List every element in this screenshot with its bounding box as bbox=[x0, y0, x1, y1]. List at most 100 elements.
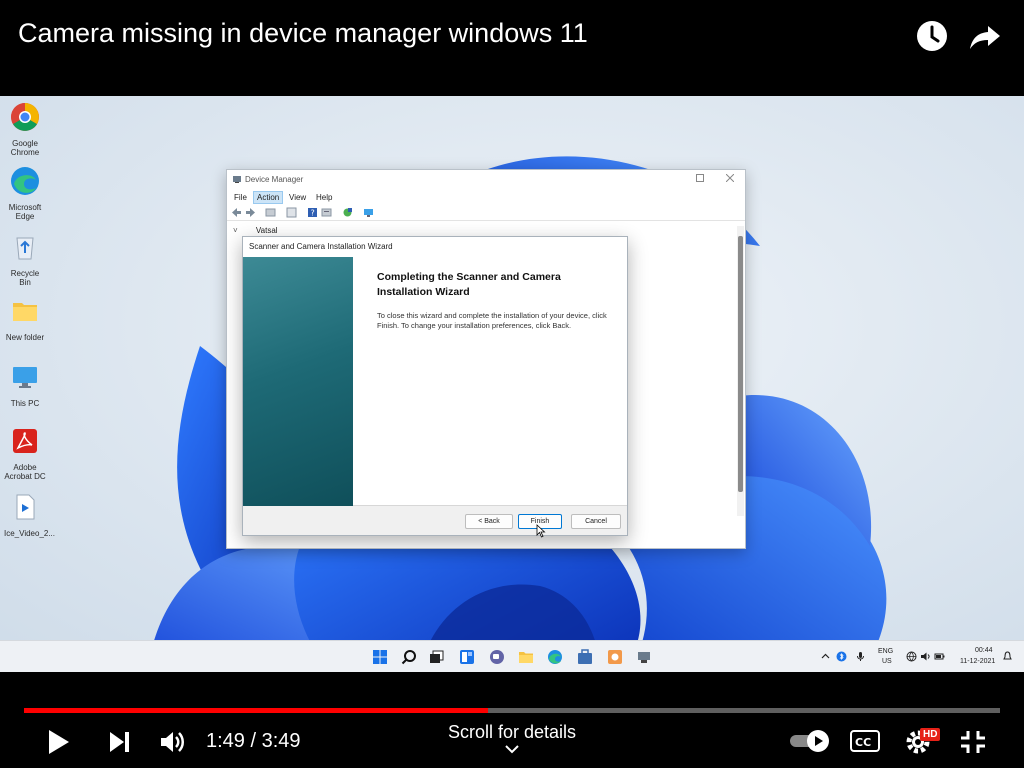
close-button[interactable] bbox=[723, 173, 737, 187]
wizard-heading: Completing the Scanner and Camera Instal… bbox=[377, 271, 561, 298]
hd-badge: HD bbox=[920, 728, 941, 741]
desktop-icon-label: Recycle Bin bbox=[10, 269, 40, 287]
device-manager-titlebar[interactable]: Device Manager bbox=[227, 170, 745, 190]
mouse-cursor-icon bbox=[536, 524, 546, 538]
menu-action[interactable]: Action bbox=[253, 191, 284, 204]
progress-bar-fill bbox=[24, 708, 489, 713]
language-region: US bbox=[882, 658, 892, 665]
desktop-icon-this-pc[interactable]: This PC bbox=[4, 362, 46, 408]
start-icon[interactable] bbox=[372, 649, 388, 665]
battery-icon[interactable] bbox=[934, 651, 945, 662]
network-globe-icon[interactable] bbox=[906, 651, 917, 662]
exit-fullscreen-icon[interactable] bbox=[960, 730, 986, 754]
device-manager-toolbar: ? bbox=[227, 205, 745, 221]
share-icon[interactable] bbox=[969, 20, 1001, 52]
bluetooth-icon[interactable] bbox=[836, 651, 847, 662]
device-tree-root[interactable]: ˅ Vatsal bbox=[233, 226, 278, 235]
desktop-icon-video-file[interactable]: Ice_Video_2... bbox=[4, 492, 56, 538]
wizard-titlebar[interactable]: Scanner and Camera Installation Wizard bbox=[243, 237, 627, 257]
desktop-icon-recycle-bin[interactable]: Recycle Bin bbox=[4, 232, 46, 287]
autoplay-toggle-icon[interactable] bbox=[788, 728, 832, 754]
device-manager-app-icon bbox=[233, 176, 241, 183]
add-hardware-icon[interactable] bbox=[363, 207, 374, 218]
chevron-down-icon bbox=[505, 745, 519, 754]
progress-bar[interactable] bbox=[24, 708, 1000, 713]
time-display: 1:49 / 3:49 bbox=[206, 730, 301, 752]
back-arrow-icon[interactable] bbox=[231, 207, 242, 218]
menu-help[interactable]: Help bbox=[313, 192, 335, 203]
desktop-icon-label: This PC bbox=[10, 399, 40, 408]
top-overlay: Camera missing in device manager windows… bbox=[0, 0, 1024, 96]
watch-later-icon[interactable] bbox=[916, 20, 948, 52]
scroll-hint-label: Scroll for details bbox=[447, 722, 577, 742]
monitor-icon bbox=[13, 367, 37, 388]
device-manager-title: Device Manager bbox=[245, 175, 304, 184]
acrobat-icon bbox=[13, 429, 37, 453]
desktop-icon-acrobat[interactable]: Adobe Acrobat DC bbox=[4, 426, 46, 481]
video-player[interactable]: Camera missing in device manager windows… bbox=[0, 0, 1024, 768]
video-file-icon bbox=[16, 494, 35, 520]
captions-icon[interactable]: CC bbox=[850, 730, 880, 752]
device-props-icon[interactable] bbox=[321, 207, 332, 218]
task-view-icon[interactable] bbox=[429, 649, 445, 665]
store-icon[interactable] bbox=[577, 649, 593, 665]
chevron-up-icon[interactable] bbox=[820, 651, 831, 662]
desktop-icon-chrome[interactable]: Google Chrome bbox=[4, 102, 46, 157]
maximize-icon bbox=[696, 174, 704, 182]
volume-control-icon[interactable] bbox=[158, 728, 186, 756]
desktop-icon-label: Ice_Video_2... bbox=[4, 529, 56, 538]
microphone-icon[interactable] bbox=[855, 651, 866, 662]
widgets-icon[interactable] bbox=[459, 649, 475, 665]
edge-icon[interactable] bbox=[547, 649, 563, 665]
menu-view[interactable]: View bbox=[286, 192, 309, 203]
computer-name: Vatsal bbox=[255, 226, 278, 235]
scanner-camera-wizard-dialog[interactable]: Scanner and Camera Installation Wizard C… bbox=[242, 236, 628, 536]
desktop-icon-label: Adobe Acrobat DC bbox=[4, 463, 46, 481]
close-icon bbox=[725, 173, 735, 183]
desktop-icon-label: Microsoft Edge bbox=[8, 203, 42, 221]
wizard-description: To close this wizard and complete the in… bbox=[377, 311, 607, 330]
recycle-bin-icon bbox=[16, 237, 34, 260]
device-manager-menubar: File Action View Help bbox=[227, 190, 745, 204]
language-indicator[interactable]: ENG bbox=[878, 648, 893, 655]
desktop-icon-label: Google Chrome bbox=[10, 139, 40, 157]
chrome-icon bbox=[11, 103, 39, 131]
desktop-icon-new-folder[interactable]: New folder bbox=[4, 296, 46, 342]
cancel-button[interactable]: Cancel bbox=[571, 514, 621, 529]
desktop-icon-edge[interactable]: Microsoft Edge bbox=[4, 166, 46, 221]
device-manager-taskbar-icon[interactable] bbox=[636, 649, 652, 665]
desktop-icon-label: New folder bbox=[5, 333, 45, 342]
folder-icon bbox=[13, 303, 37, 321]
notification-icon[interactable] bbox=[1002, 651, 1013, 662]
properties-icon[interactable] bbox=[265, 207, 276, 218]
player-controls: 1:49 / 3:49 Scroll for details CC HD bbox=[0, 672, 1024, 768]
wizard-side-banner bbox=[243, 257, 353, 506]
device-tree-scrollbar[interactable] bbox=[738, 236, 743, 492]
clock-time[interactable]: 00:44 bbox=[975, 647, 993, 654]
scan-hardware-icon[interactable] bbox=[342, 207, 353, 218]
search-icon[interactable] bbox=[401, 649, 417, 665]
svg-text:CC: CC bbox=[855, 736, 871, 749]
maximize-button[interactable] bbox=[693, 173, 707, 187]
wizard-body: Completing the Scanner and Camera Instal… bbox=[243, 257, 627, 506]
back-button[interactable]: < Back bbox=[465, 514, 513, 529]
edge-icon bbox=[11, 167, 39, 195]
wizard-title: Scanner and Camera Installation Wizard bbox=[249, 242, 393, 251]
forward-arrow-icon[interactable] bbox=[245, 207, 256, 218]
svg-text:?: ? bbox=[311, 209, 315, 218]
play-icon[interactable] bbox=[46, 728, 72, 756]
scroll-for-details[interactable]: Scroll for details bbox=[412, 722, 612, 754]
chat-icon[interactable] bbox=[489, 649, 505, 665]
clock-date: 11-12-2021 bbox=[960, 658, 996, 665]
expand-chevron-icon[interactable]: ˅ bbox=[233, 226, 238, 235]
help-icon[interactable]: ? bbox=[307, 207, 318, 218]
paint-icon[interactable] bbox=[607, 649, 623, 665]
video-title[interactable]: Camera missing in device manager windows… bbox=[18, 18, 588, 49]
show-hide-icon[interactable] bbox=[286, 207, 297, 218]
menu-file[interactable]: File bbox=[231, 192, 250, 203]
volume-icon[interactable] bbox=[920, 651, 931, 662]
windows-taskbar: ENG US 00:44 11-12-2021 bbox=[0, 640, 1024, 672]
video-frame-desktop: Google Chrome Microsoft Edge Recycle Bin… bbox=[0, 96, 1024, 672]
file-explorer-icon[interactable] bbox=[518, 649, 534, 665]
next-video-icon[interactable] bbox=[108, 730, 132, 754]
